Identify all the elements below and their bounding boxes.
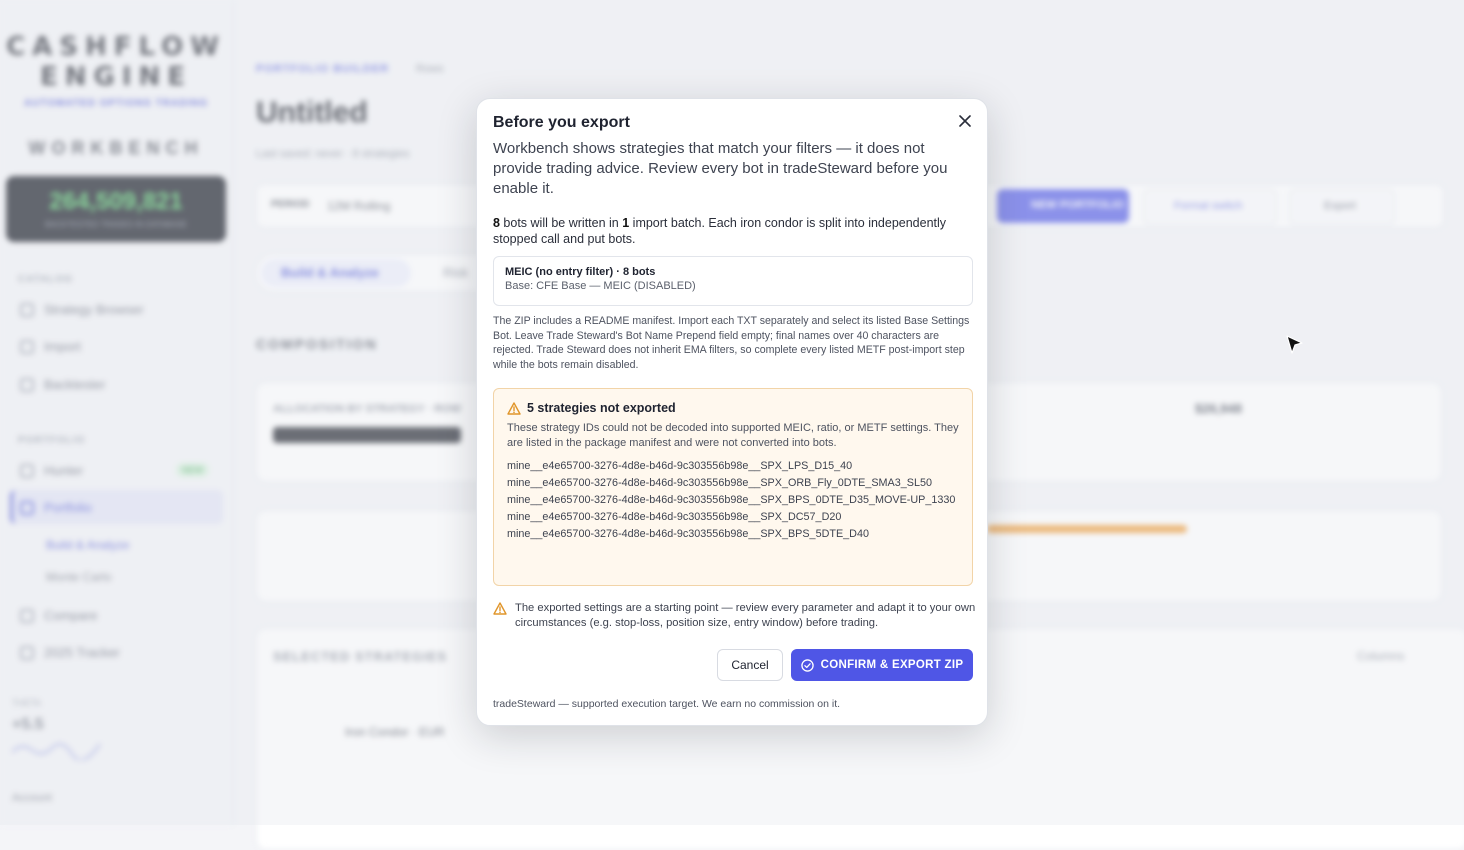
not-exported-warning: 5 strategies not exported These strategy… [493, 388, 973, 586]
not-exported-item: mine__e4e65700-3276-4d8e-b46d-9c303556b9… [507, 477, 932, 489]
dialog-title: Before you export [493, 114, 630, 131]
warning-title: 5 strategies not exported [527, 401, 676, 415]
bot-group-name: MEIC (no entry filter) · 8 bots [505, 266, 656, 278]
bot-count: 8 [493, 216, 500, 230]
check-circle-icon [800, 658, 814, 672]
warning-icon [507, 401, 521, 415]
cancel-button[interactable]: Cancel [717, 649, 783, 681]
mouse-cursor-icon [1286, 335, 1303, 354]
not-exported-list: mine__e4e65700-3276-4d8e-b46d-9c303556b9… [507, 459, 959, 541]
dialog-lead: Workbench shows strategies that match yo… [493, 140, 948, 197]
export-dialog: Before you export Workbench shows strate… [476, 98, 988, 726]
batch-summary: 8 bots will be written in 1 import batch… [493, 215, 963, 247]
zip-instructions: The ZIP includes a README manifest. Impo… [493, 315, 970, 371]
disclaimer-text: The exported settings are a starting poi… [515, 602, 976, 629]
close-icon[interactable] [955, 111, 975, 131]
warning-header: 5 strategies not exported [507, 401, 959, 415]
confirm-export-label: CONFIRM & EXPORT ZIP [820, 659, 964, 671]
not-exported-item: mine__e4e65700-3276-4d8e-b46d-9c303556b9… [507, 511, 842, 523]
dialog-footer-note: tradeSteward — supported execution targe… [493, 698, 841, 710]
not-exported-item: mine__e4e65700-3276-4d8e-b46d-9c303556b9… [507, 494, 956, 506]
batch-text-1: bots will be written in [499, 216, 623, 230]
warning-description: These strategy IDs could not be decoded … [507, 422, 959, 449]
settings-disclaimer: The exported settings are a starting poi… [493, 601, 977, 631]
caution-icon [493, 602, 507, 615]
not-exported-item: mine__e4e65700-3276-4d8e-b46d-9c303556b9… [507, 460, 853, 472]
bot-group-base: Base: CFE Base — MEIC (DISABLED) [505, 280, 696, 292]
bot-group-card: MEIC (no entry filter) · 8 bots Base: CF… [493, 256, 973, 306]
confirm-export-button[interactable]: CONFIRM & EXPORT ZIP [791, 649, 973, 681]
not-exported-item: mine__e4e65700-3276-4d8e-b46d-9c303556b9… [507, 528, 869, 540]
